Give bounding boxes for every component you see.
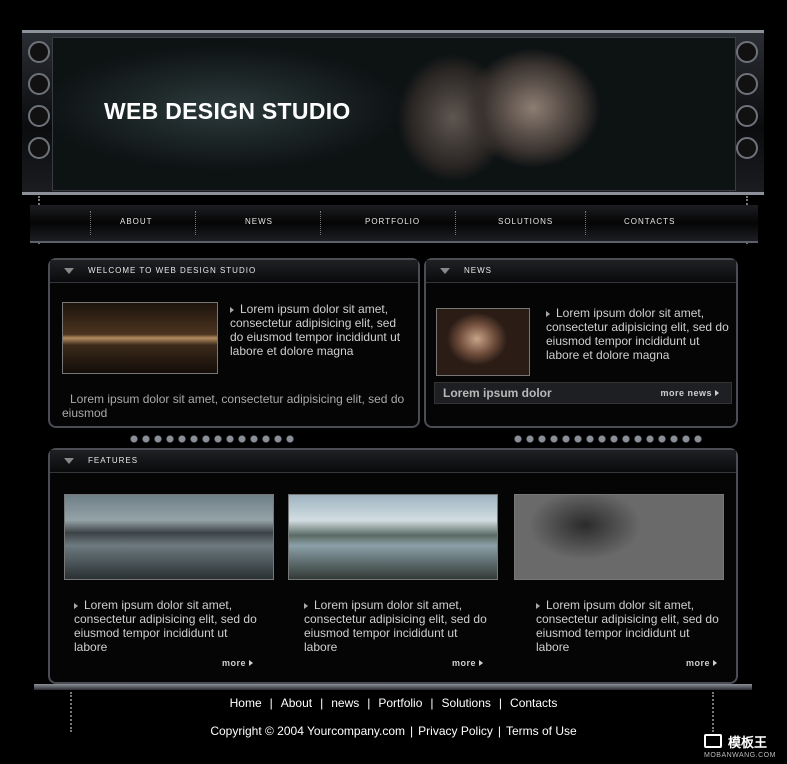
feature-image-tree	[514, 494, 724, 580]
footer-link-home[interactable]: Home	[230, 696, 262, 710]
nav-separator	[90, 211, 93, 235]
footer-link-news[interactable]: news	[331, 696, 359, 710]
decor-ring	[28, 41, 50, 63]
feature-more-link[interactable]: more	[222, 658, 254, 668]
footer-separator: |	[367, 696, 371, 710]
footer-link-about[interactable]: About	[281, 696, 312, 710]
copyright-text: Copyright © 2004 Yourcompany.com	[210, 724, 406, 738]
news-panel-header: NEWS	[426, 260, 736, 283]
bullet-arrow-icon	[304, 602, 308, 609]
triangle-icon	[64, 268, 74, 274]
nav-item-contacts[interactable]: CONTACTS	[624, 217, 675, 226]
decor-ring	[736, 41, 758, 63]
footer-link-contacts[interactable]: Contacts	[510, 696, 557, 710]
nav-separator	[585, 211, 588, 235]
feature-more-link[interactable]: more	[686, 658, 718, 668]
arrow-right-icon	[479, 660, 484, 666]
bullet-arrow-icon	[536, 602, 540, 609]
site-watermark: 模板王 MOBANWANG.COM	[704, 732, 784, 762]
bullet-arrow-icon	[546, 310, 550, 317]
triangle-icon	[64, 458, 74, 464]
feature-text: Lorem ipsum dolor sit amet, consectetur …	[304, 598, 487, 654]
decor-ring	[736, 73, 758, 95]
features-panel: FEATURES Lorem ipsum dolor sit amet, con…	[48, 448, 738, 684]
site-title: WEB DESIGN STUDIO	[104, 98, 351, 124]
decor-dots	[128, 434, 298, 444]
feature-text: Lorem ipsum dolor sit amet, consectetur …	[74, 598, 257, 654]
nav-separator	[195, 211, 198, 235]
watermark-url: MOBANWANG.COM	[704, 752, 776, 759]
stack-logo-icon	[704, 734, 722, 748]
footer-link-portfolio[interactable]: Portfolio	[378, 696, 422, 710]
welcome-title: WELCOME TO WEB DESIGN STUDIO	[88, 266, 257, 275]
more-news-link[interactable]: more news	[660, 388, 719, 398]
news-text: Lorem ipsum dolor sit amet, consectetur …	[546, 306, 729, 362]
nav-item-portfolio[interactable]: PORTFOLIO	[365, 217, 420, 226]
bullet-arrow-icon	[74, 602, 78, 609]
features-title: FEATURES	[88, 456, 139, 465]
arrow-right-icon	[713, 660, 718, 666]
nav-separator	[455, 211, 458, 235]
news-photo	[436, 308, 530, 376]
welcome-panel-header: WELCOME TO WEB DESIGN STUDIO	[50, 260, 418, 283]
footer-nav: Home | About | news | Portfolio | Solutions | Cont…	[0, 696, 787, 710]
feature-image-lake	[64, 494, 274, 580]
terms-of-use-link[interactable]: Terms of Use	[506, 724, 577, 738]
footer-separator: |	[498, 696, 503, 710]
footer-separator: |	[430, 696, 434, 710]
welcome-caption: Lorem ipsum dolor sit amet, consectetur …	[62, 392, 405, 420]
nav-separator	[320, 211, 323, 235]
decor-ring	[736, 137, 758, 159]
privacy-policy-link[interactable]: Privacy Policy	[418, 724, 493, 738]
news-panel: NEWS Lorem ipsum dolor sit amet, consect…	[424, 258, 738, 428]
nav-item-solutions[interactable]: SOLUTIONS	[498, 217, 553, 226]
footer-separator: |	[410, 724, 414, 738]
feature-text: Lorem ipsum dolor sit amet, consectetur …	[536, 598, 719, 654]
news-headline[interactable]: Lorem ipsum dolor	[443, 386, 552, 400]
footer-separator: |	[497, 724, 501, 738]
night-road-image	[62, 302, 218, 374]
decor-ring	[28, 73, 50, 95]
footer-rule	[34, 684, 752, 690]
nav-item-about[interactable]: ABOUT	[120, 217, 153, 226]
arrow-right-icon	[715, 390, 719, 396]
copyright-line: Copyright © 2004 Yourcompany.com | Privacy…	[0, 724, 787, 738]
watermark-brand: 模板王	[728, 735, 768, 750]
footer-link-solutions[interactable]: Solutions	[442, 696, 491, 710]
feature-more-link[interactable]: more	[452, 658, 484, 668]
main-nav: ABOUT NEWS PORTFOLIO SOLUTIONS CONTACTS	[30, 205, 758, 243]
footer-separator: |	[320, 696, 324, 710]
news-title: NEWS	[464, 266, 492, 275]
decor-dots	[512, 434, 702, 444]
news-headline-bar: Lorem ipsum dolor more news	[434, 382, 732, 404]
welcome-text: Lorem ipsum dolor sit amet, consectetur …	[230, 302, 401, 358]
feature-image-mountains	[288, 494, 498, 580]
decor-ring	[28, 105, 50, 127]
bullet-arrow-icon	[230, 306, 234, 313]
triangle-icon	[440, 268, 450, 274]
nav-item-news[interactable]: NEWS	[245, 217, 273, 226]
decor-ring	[736, 105, 758, 127]
welcome-panel: WELCOME TO WEB DESIGN STUDIO Lorem ipsum…	[48, 258, 420, 428]
features-panel-header: FEATURES	[50, 450, 736, 473]
footer-separator: |	[269, 696, 273, 710]
decor-ring	[28, 137, 50, 159]
arrow-right-icon	[249, 660, 254, 666]
